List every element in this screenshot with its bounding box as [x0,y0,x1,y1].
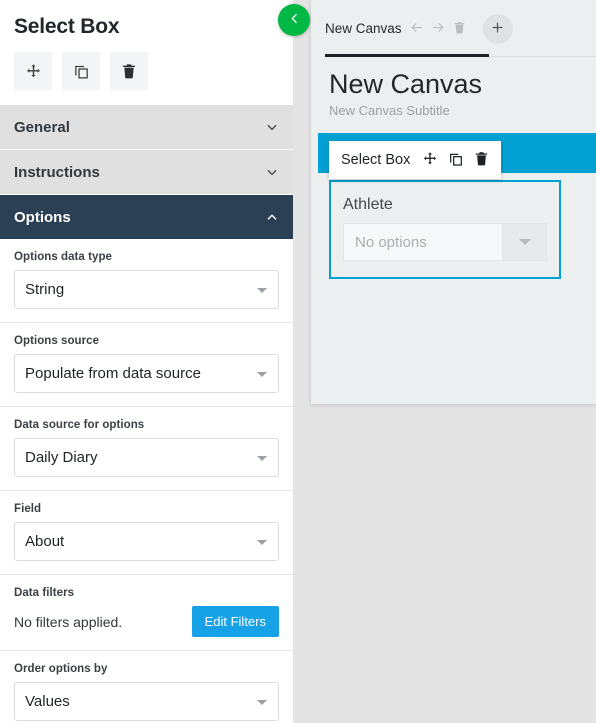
canvas-body: New Canvas New Canvas Subtitle Select Bo… [311,57,596,363]
arrow-right-icon [431,20,446,38]
data-filters-status: No filters applied. [14,613,123,630]
move-tab-right-button[interactable] [431,20,446,38]
move-icon [422,151,438,170]
options-data-type-select[interactable]: String [14,270,279,309]
field-field: Field About [0,491,293,575]
canvas-title: New Canvas [329,69,483,99]
field-data-source-for-options: Data source for options Daily Diary [0,407,293,491]
select-value: Values [25,693,70,710]
edit-filters-button[interactable]: Edit Filters [191,606,279,637]
app-root: Select Box General Instructions Options … [0,0,596,723]
canvas-duplicate-widget-button[interactable] [448,151,464,170]
select-value: Populate from data source [25,365,201,382]
canvas-subtitle: New Canvas Subtitle [329,103,450,118]
tab-new-canvas[interactable]: New Canvas [325,0,466,57]
canvas-widget-toolbar: Select Box [329,141,502,179]
widget-toolbar [14,40,279,104]
delete-tab-button[interactable] [453,21,466,37]
chevron-down-icon [518,239,531,245]
copy-icon [73,63,90,80]
selected-widget-label: Athlete [343,196,393,213]
move-widget-button[interactable] [14,52,52,90]
collapse-panel-button[interactable] [278,4,310,36]
section-instructions-label: Instructions [14,163,100,181]
chevron-down-icon [257,539,267,545]
field-label: Options data type [14,251,112,263]
page-title: Select Box [14,15,120,38]
tab-label: New Canvas [325,21,402,36]
canvas-panel: New Canvas New Canvas New Canvas Subtitl… [311,0,596,404]
chevron-up-icon [265,210,279,224]
athlete-select-placeholder: No options [355,233,427,251]
chevron-down-icon [257,699,267,705]
plus-icon [490,20,505,38]
field-label: Order options by [14,663,108,675]
chevron-down-icon [257,455,267,461]
widget-header: Select Box [0,0,293,104]
move-icon [25,63,42,80]
chevron-down-icon [265,165,279,179]
trash-icon [474,151,489,169]
field-order-options-by: Order options by Values [0,651,293,723]
field-options-source: Options source Populate from data source [0,323,293,407]
order-options-by-select[interactable]: Values [14,682,279,721]
add-canvas-button[interactable] [482,13,513,44]
data-filters-row: No filters applied. Edit Filters [14,606,279,637]
active-tab-indicator [325,54,489,57]
section-options-label: Options [14,208,71,226]
tab-bar-divider [489,56,596,57]
options-source-select[interactable]: Populate from data source [14,354,279,393]
section-options[interactable]: Options [0,194,293,239]
canvas-tab-bar: New Canvas [311,0,596,57]
athlete-select[interactable]: No options [343,223,547,261]
canvas-delete-widget-button[interactable] [474,151,489,169]
duplicate-widget-button[interactable] [62,52,100,90]
canvas-move-widget-button[interactable] [422,151,438,170]
arrow-left-icon [409,20,424,38]
section-instructions[interactable]: Instructions [0,149,293,194]
move-tab-left-button[interactable] [409,20,424,38]
field-label: Field [14,503,42,515]
selected-widget[interactable]: Athlete No options [329,180,561,279]
copy-icon [448,151,464,170]
field-options-data-type: Options data type String [0,239,293,323]
select-value: Daily Diary [25,449,98,466]
trash-icon [453,21,466,37]
field-label: Data source for options [14,419,145,431]
chevron-down-icon [257,287,267,293]
select-value: String [25,281,65,298]
settings-panel: Select Box General Instructions Options … [0,0,293,723]
field-select[interactable]: About [14,522,279,561]
section-general[interactable]: General [0,104,293,149]
chevron-left-icon [288,12,301,28]
section-general-label: General [14,118,70,136]
data-filters-label: Data filters [14,587,75,599]
select-value: About [25,533,65,550]
field-data-filters: Data filters No filters applied. Edit Fi… [0,575,293,651]
chevron-down-icon [257,371,267,377]
data-source-for-options-select[interactable]: Daily Diary [14,438,279,477]
field-label: Options source [14,335,100,347]
trash-icon [121,63,137,79]
athlete-select-arrow-button[interactable] [502,224,546,260]
delete-widget-button[interactable] [110,52,148,90]
canvas-widget-area: Select Box Athlete No options [311,133,596,363]
canvas-widget-toolbar-label: Select Box [341,152,411,168]
chevron-down-icon [265,120,279,134]
